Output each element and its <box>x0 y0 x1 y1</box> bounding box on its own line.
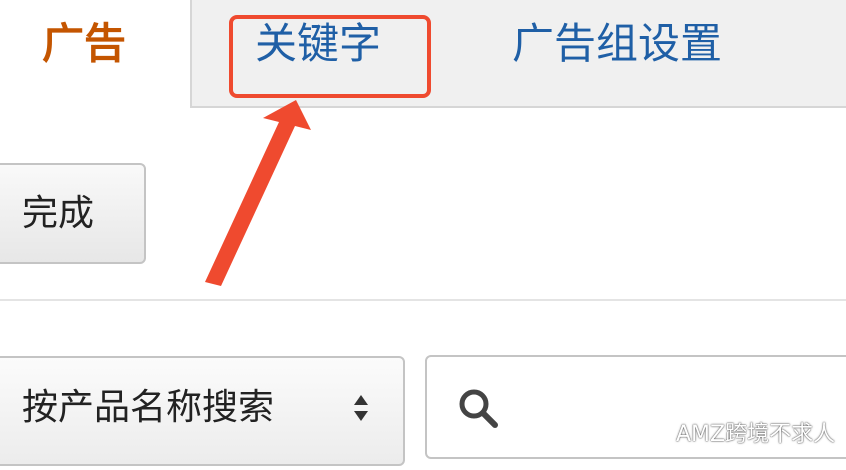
search-type-label: 按产品名称搜索 <box>22 387 275 428</box>
sort-arrows-icon <box>354 395 368 421</box>
annotation-highlight-box <box>229 15 431 98</box>
watermark: AMZ跨境不求人 <box>640 414 835 450</box>
watermark-text: AMZ跨境不求人 <box>676 422 836 447</box>
done-button[interactable]: 完成 <box>0 163 146 264</box>
search-type-select[interactable]: 按产品名称搜索 <box>0 356 405 466</box>
search-icon <box>459 389 498 428</box>
divider <box>0 299 846 301</box>
wechat-icon <box>640 420 669 442</box>
tab-ad-group-settings[interactable]: 广告组设置 <box>512 14 722 74</box>
tab-bar: 广告 关键字 广告组设置 <box>0 0 846 112</box>
tab-ads[interactable]: 广告 <box>42 14 126 74</box>
